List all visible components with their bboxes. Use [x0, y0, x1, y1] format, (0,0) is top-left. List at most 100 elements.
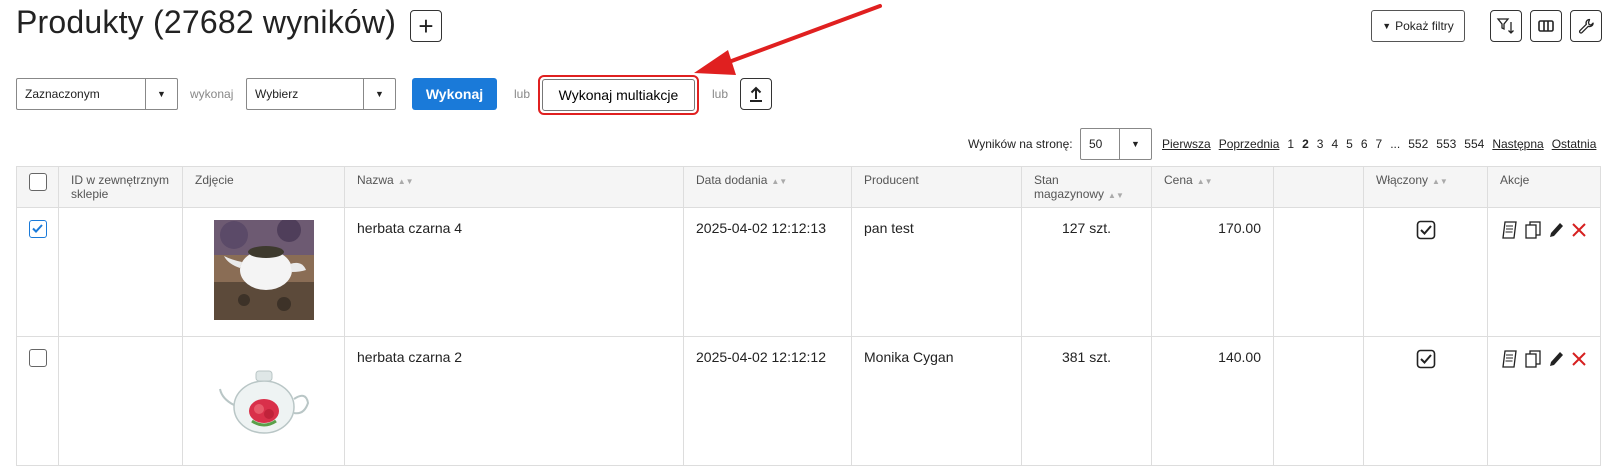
col-date[interactable]: Data dodania ▲▼ [683, 166, 852, 208]
enabled-checkbox-icon[interactable] [1416, 349, 1436, 369]
col-actions: Akcje [1487, 166, 1601, 208]
page-link[interactable]: 4 [1331, 137, 1338, 151]
sort-filter-button[interactable] [1490, 10, 1522, 42]
first-page-link[interactable]: Pierwsza [1162, 137, 1211, 151]
per-page-value: 50 [1089, 137, 1103, 151]
or-label-2: lub [712, 87, 729, 101]
col-name[interactable]: Nazwa ▲▼ [344, 166, 684, 208]
show-filters-label: Pokaż filtry [1395, 19, 1454, 33]
date-added: 2025-04-02 12:12:13 [683, 207, 852, 337]
chevron-down-icon: ▼ [1119, 129, 1151, 159]
action-select[interactable]: Wybierz ▼ [246, 78, 396, 110]
plus-icon: + [418, 11, 434, 41]
products-table: ID w zewnętrznym sklepie Zdjęcie Nazwa ▲▼… [16, 166, 1601, 466]
chevron-down-icon: ▼ [145, 79, 177, 109]
page-link[interactable]: 6 [1361, 137, 1368, 151]
wrench-icon [1578, 18, 1594, 34]
col-photo: Zdjęcie [182, 166, 345, 208]
page-links: Pierwsza Poprzednia 1 2 3 4 5 6 7 ... 55… [1162, 137, 1596, 151]
price-cell: 140.00 [1151, 336, 1274, 466]
page-link[interactable]: 553 [1436, 137, 1456, 151]
sort-icon: ▲▼ [397, 177, 414, 186]
upload-button[interactable] [740, 78, 772, 110]
select-all-cell [16, 166, 59, 208]
page-link[interactable]: 1 [1287, 137, 1294, 151]
execute-button[interactable]: Wykonaj [412, 78, 497, 110]
col-price[interactable]: Cena ▲▼ [1151, 166, 1274, 208]
last-page-link[interactable]: Ostatnia [1552, 137, 1597, 151]
per-page-select[interactable]: 50 ▼ [1080, 128, 1152, 160]
columns-icon [1538, 20, 1554, 32]
page-link[interactable]: 7 [1376, 137, 1383, 151]
multiaction-button[interactable]: Wykonaj multiakcje [542, 79, 695, 111]
enabled-checkbox-icon[interactable] [1416, 220, 1436, 240]
details-icon[interactable] [1500, 220, 1519, 240]
row-checkbox[interactable] [29, 349, 47, 367]
delete-icon[interactable] [1569, 220, 1588, 240]
external-id-cell [58, 336, 183, 466]
current-page: 2 [1302, 137, 1309, 151]
add-product-button[interactable]: + [410, 10, 442, 42]
edit-icon[interactable] [1546, 220, 1565, 240]
col-stock[interactable]: Stan magazynowy ▲▼ [1021, 166, 1152, 208]
col-blank [1273, 166, 1364, 208]
actions-cell [1487, 207, 1601, 337]
page-link[interactable]: 5 [1346, 137, 1353, 151]
show-filters-button[interactable]: ▼ Pokaż filtry [1371, 10, 1465, 42]
prev-page-link[interactable]: Poprzednia [1219, 137, 1280, 151]
page-link[interactable]: 3 [1317, 137, 1324, 151]
col-stock-label: Stan magazynowy [1034, 173, 1105, 201]
copy-icon[interactable] [1523, 220, 1542, 240]
enabled-cell [1363, 207, 1488, 337]
or-label: lub [514, 87, 531, 101]
checkmark-icon [32, 224, 43, 233]
col-producer: Producent [851, 166, 1022, 208]
table-header-row: ID w zewnętrznym sklepie Zdjęcie Nazwa ▲▼… [16, 166, 1601, 208]
product-thumbnail[interactable] [213, 349, 314, 449]
date-added: 2025-04-02 12:12:12 [683, 336, 852, 466]
col-name-label: Nazwa [357, 173, 394, 187]
col-enabled-label: Włączony [1376, 173, 1429, 187]
select-all-checkbox[interactable] [29, 173, 47, 191]
sort-icon: ▲▼ [771, 177, 788, 186]
scope-select-value: Zaznaczonym [25, 87, 100, 101]
col-enabled[interactable]: Włączony ▲▼ [1363, 166, 1488, 208]
scope-select[interactable]: Zaznaczonym ▼ [16, 78, 178, 110]
sort-icon: ▲▼ [1108, 191, 1124, 200]
edit-icon[interactable] [1546, 349, 1565, 369]
per-page-label: Wyników na stronę: [968, 137, 1073, 151]
copy-icon[interactable] [1523, 349, 1542, 369]
upload-icon [750, 86, 762, 102]
enabled-cell [1363, 336, 1488, 466]
producer-cell: pan test [851, 207, 1022, 337]
col-external-id: ID w zewnętrznym sklepie [58, 166, 183, 208]
product-name: herbata czarna 2 [344, 336, 684, 466]
photo-cell [182, 336, 345, 466]
photo-cell [182, 207, 345, 337]
row-select-cell [16, 207, 59, 337]
product-name: herbata czarna 4 [344, 207, 684, 337]
page-ellipsis: ... [1390, 137, 1401, 151]
row-select-cell [16, 336, 59, 466]
chevron-down-icon: ▼ [363, 79, 395, 109]
stock-cell: 127 szt. [1021, 207, 1152, 337]
settings-button[interactable] [1570, 10, 1602, 42]
col-date-label: Data dodania [696, 173, 768, 187]
caret-down-icon: ▼ [1382, 21, 1392, 31]
price-cell: 170.00 [1151, 207, 1274, 337]
product-thumbnail[interactable] [213, 220, 314, 320]
delete-icon[interactable] [1569, 349, 1588, 369]
blank-cell [1273, 336, 1364, 466]
external-id-cell [58, 207, 183, 337]
next-page-link[interactable]: Następna [1492, 137, 1543, 151]
sort-icon: ▲▼ [1196, 177, 1213, 186]
page-link[interactable]: 552 [1408, 137, 1428, 151]
sort-icon: ▲▼ [1432, 177, 1448, 186]
details-icon[interactable] [1500, 349, 1519, 369]
page-link[interactable]: 554 [1464, 137, 1484, 151]
sort-filter-icon [1496, 18, 1514, 34]
row-checkbox[interactable] [29, 220, 47, 238]
pagination-bar: Wyników na stronę: 50 ▼ Pierwsza Poprzed… [0, 128, 1600, 160]
table-row: herbata czarna 2 2025-04-02 12:12:12 Mon… [16, 336, 1601, 466]
columns-button[interactable] [1530, 10, 1562, 42]
